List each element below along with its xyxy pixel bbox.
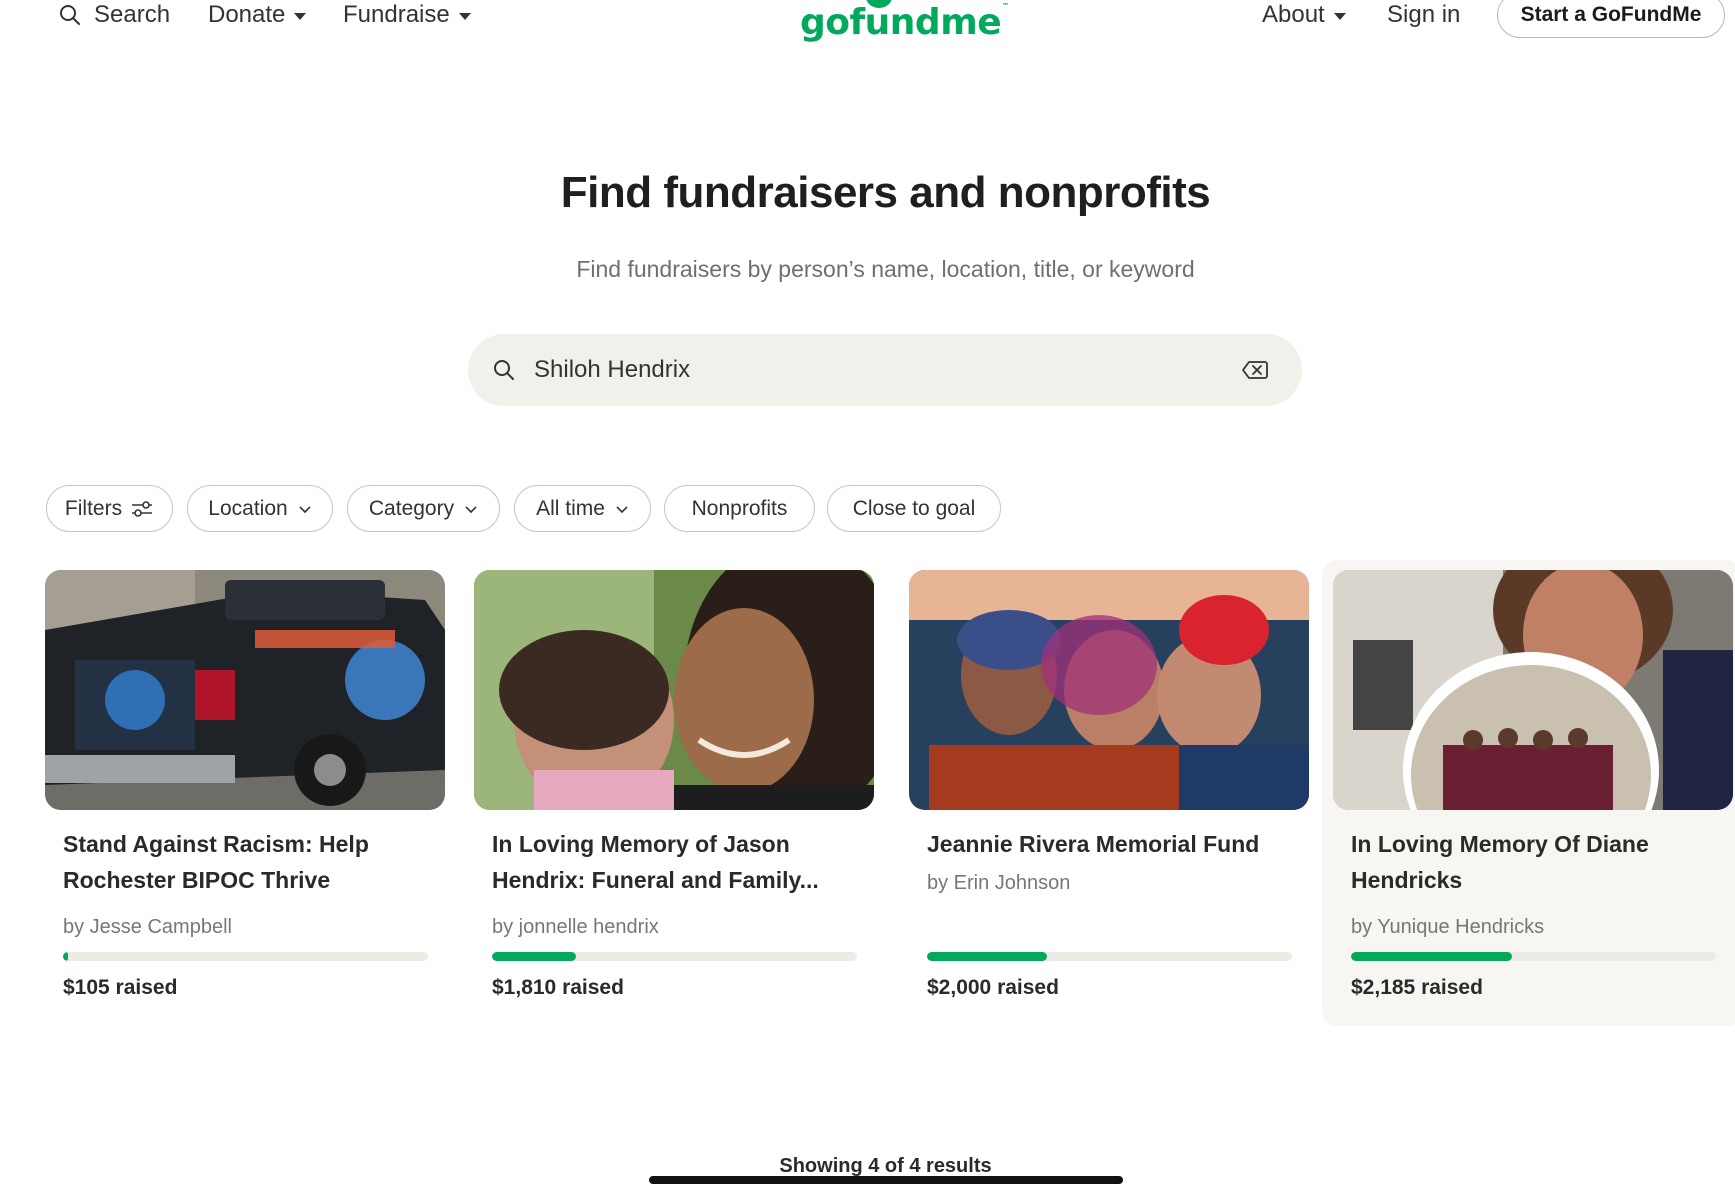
nonprofits-filter[interactable]: Nonprofits: [664, 485, 815, 532]
card-title[interactable]: In Loving Memory of Jason Hendrix: Funer…: [492, 826, 872, 898]
search-icon: [494, 360, 514, 380]
card-title-line: Rochester BIPOC Thrive: [63, 867, 331, 893]
amount-raised: $1,810 raised: [492, 976, 624, 999]
woman-and-choir-photo: [1333, 570, 1733, 810]
location-label: Location: [208, 496, 288, 520]
close-to-goal-label: Close to goal: [852, 496, 976, 520]
category-label: Category: [368, 496, 455, 520]
card-image[interactable]: [474, 570, 874, 810]
three-women-photo: [909, 570, 1309, 810]
caret-down-icon: [294, 12, 307, 20]
card-title-line: Jeannie Rivera Memorial Fund: [927, 831, 1260, 857]
progress-bar: [927, 952, 1292, 961]
filters-label: Filters: [64, 496, 123, 520]
chevron-down-icon: [299, 505, 311, 513]
progress-fill: [63, 952, 69, 961]
sliders-icon: [132, 500, 153, 517]
card-title-line: Hendricks: [1351, 867, 1463, 893]
progress-fill: [492, 952, 576, 961]
page-subtitle: Find fundraisers by person’s name, locat…: [576, 256, 1195, 282]
amount-raised: $2,000 raised: [927, 976, 1059, 999]
card-organizer: by jonnelle hendrix: [492, 916, 659, 938]
progress-fill: [927, 952, 1048, 961]
nav-donate-menu[interactable]: Donate: [208, 0, 307, 30]
progress-bar: [63, 952, 428, 961]
logo-text: gofundme: [800, 2, 1002, 43]
top-navigation: Search Donate Fundraise gofundme™ About …: [0, 0, 1735, 60]
time-filter[interactable]: All time: [514, 485, 651, 532]
pickup-truck-photo: [45, 570, 445, 810]
card-title-line: In Loving Memory Of Diane: [1351, 831, 1649, 857]
home-indicator: [649, 1176, 1123, 1184]
nav-search[interactable]: Search: [58, 0, 170, 30]
chevron-down-icon: [465, 505, 477, 513]
start-gofundme-button[interactable]: Start a GoFundMe: [1497, 0, 1725, 38]
progress-bar: [1351, 952, 1716, 961]
amount-raised: $2,185 raised: [1351, 976, 1483, 999]
card-title-line: Hendrix: Funeral and Family...: [492, 867, 819, 893]
category-filter[interactable]: Category: [347, 485, 500, 532]
card-organizer: by Erin Johnson: [927, 872, 1071, 894]
caret-down-icon: [458, 12, 471, 20]
filters-button[interactable]: Filters: [46, 485, 173, 532]
nav-about-label: About: [1262, 1, 1325, 28]
logo-trademark: ™: [1002, 2, 1009, 10]
father-and-child-photo: [474, 570, 874, 810]
results-count: Showing 4 of 4 results: [779, 1155, 992, 1177]
time-label: All time: [536, 496, 605, 520]
card-organizer: by Jesse Campbell: [63, 916, 232, 938]
card-title[interactable]: In Loving Memory Of Diane Hendricks: [1351, 826, 1731, 898]
close-to-goal-filter[interactable]: Close to goal: [827, 485, 1001, 532]
nav-signin-label: Sign in: [1387, 1, 1461, 28]
card-title[interactable]: Stand Against Racism: Help Rochester BIP…: [63, 826, 443, 898]
gofundme-logo[interactable]: gofundme™: [800, 2, 1009, 43]
nav-donate-label: Donate: [208, 1, 286, 28]
nav-about-menu[interactable]: About: [1262, 0, 1346, 30]
nav-fundraise-label: Fundraise: [343, 1, 450, 28]
progress-bar: [492, 952, 857, 961]
nav-signin-link[interactable]: Sign in: [1387, 0, 1460, 30]
progress-fill: [1351, 952, 1512, 961]
card-title[interactable]: Jeannie Rivera Memorial Fund: [927, 826, 1307, 862]
search-icon: [60, 5, 80, 25]
search-input[interactable]: Shiloh Hendrix: [468, 334, 1302, 406]
nonprofits-label: Nonprofits: [691, 496, 788, 520]
card-organizer: by Yunique Hendricks: [1351, 916, 1545, 938]
nav-fundraise-menu[interactable]: Fundraise: [343, 0, 471, 30]
card-title-line: In Loving Memory of Jason: [492, 831, 790, 857]
card-image[interactable]: [45, 570, 445, 810]
card-image[interactable]: [1333, 570, 1733, 810]
start-gofundme-label: Start a GoFundMe: [1520, 3, 1702, 26]
amount-raised: $105 raised: [63, 976, 178, 999]
card-image[interactable]: [909, 570, 1309, 810]
page-title: Find fundraisers and nonprofits: [560, 168, 1211, 217]
chevron-down-icon: [616, 505, 628, 513]
card-title-line: Stand Against Racism: Help: [63, 831, 369, 857]
nav-search-label: Search: [94, 1, 171, 28]
caret-down-icon: [1333, 12, 1346, 20]
search-value[interactable]: Shiloh Hendrix: [534, 356, 690, 384]
location-filter[interactable]: Location: [187, 485, 333, 532]
clear-search-icon[interactable]: [1241, 358, 1269, 382]
